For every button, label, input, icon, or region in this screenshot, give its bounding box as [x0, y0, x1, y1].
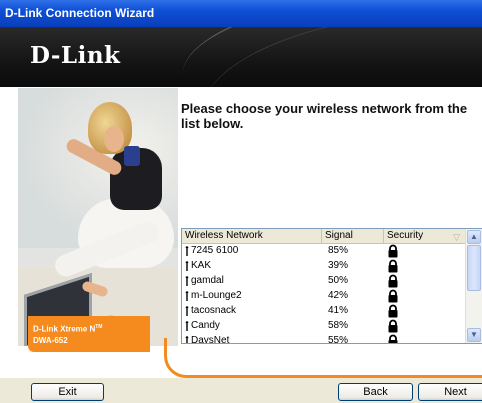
- network-rows: 7245 6100 85% KAK 39% gamdal 50% m-Lounge2 42% t…: [182, 244, 467, 344]
- next-button[interactable]: Next: [418, 383, 482, 401]
- network-row[interactable]: 7245 6100 85%: [182, 244, 467, 259]
- hero-photo: [18, 88, 178, 346]
- network-signal: 58%: [328, 320, 349, 331]
- back-button[interactable]: Back: [338, 383, 413, 401]
- antenna-icon: [184, 246, 190, 256]
- list-header: Wireless Network Signal Security ▽: [182, 229, 467, 244]
- lock-icon: [386, 274, 400, 288]
- network-signal: 42%: [328, 290, 349, 301]
- antenna-icon: [184, 336, 190, 343]
- scroll-down-icon[interactable]: ▼: [467, 328, 481, 342]
- column-header-security[interactable]: Security ▽: [384, 229, 467, 243]
- lock-icon: [386, 244, 400, 258]
- scroll-up-icon[interactable]: ▲: [467, 230, 481, 244]
- network-name: 7245 6100: [191, 245, 239, 256]
- product-name: D-Link Xtreme N: [33, 324, 96, 334]
- lock-icon: [386, 334, 400, 343]
- dlink-logo: D-Link: [30, 42, 121, 69]
- lock-icon: [386, 304, 400, 318]
- network-name: KAK: [191, 260, 212, 271]
- wizard-window: D-Link Connection Wizard D-Link D-Link X…: [0, 0, 482, 403]
- antenna-icon: [184, 321, 190, 331]
- window-title: D-Link Connection Wizard: [5, 6, 155, 20]
- title-bar: D-Link Connection Wizard: [0, 0, 482, 27]
- network-name: Candy: [191, 320, 220, 331]
- network-row[interactable]: KAK 39%: [182, 259, 467, 274]
- network-name: tacosnack: [191, 305, 237, 316]
- antenna-icon: [184, 306, 190, 316]
- antenna-icon: [184, 276, 190, 286]
- network-row[interactable]: tacosnack 41%: [182, 304, 467, 319]
- network-signal: 39%: [328, 260, 349, 271]
- network-row[interactable]: gamdal 50%: [182, 274, 467, 289]
- network-row[interactable]: DaysNet 55%: [182, 334, 467, 344]
- sort-arrow-icon: ▽: [453, 232, 460, 242]
- network-row[interactable]: Candy 58%: [182, 319, 467, 334]
- column-header-signal[interactable]: Signal: [322, 229, 384, 243]
- column-header-network[interactable]: Wireless Network: [182, 229, 322, 243]
- antenna-icon: [184, 261, 190, 271]
- exit-button[interactable]: Exit: [31, 383, 104, 401]
- trademark: TM: [95, 324, 103, 330]
- network-name: gamdal: [191, 275, 224, 286]
- network-signal: 85%: [328, 245, 349, 256]
- orange-frame: [164, 338, 482, 378]
- network-signal: 41%: [328, 305, 349, 316]
- antenna-icon: [184, 291, 190, 301]
- network-list[interactable]: Wireless Network Signal Security ▽ 7245 …: [181, 228, 482, 344]
- network-signal: 50%: [328, 275, 349, 286]
- scroll-thumb[interactable]: [467, 245, 481, 291]
- product-badge: D-Link Xtreme NTM DWA-652: [28, 316, 150, 352]
- network-name: DaysNet: [191, 335, 230, 344]
- network-signal: 55%: [328, 335, 349, 344]
- product-model: DWA-652: [33, 335, 68, 345]
- network-row[interactable]: m-Lounge2 42%: [182, 289, 467, 304]
- list-scrollbar[interactable]: ▲ ▼: [465, 229, 482, 343]
- lock-icon: [386, 319, 400, 333]
- network-name: m-Lounge2: [191, 290, 242, 301]
- header-banner: D-Link: [0, 27, 482, 87]
- lock-icon: [386, 259, 400, 273]
- lock-icon: [386, 289, 400, 303]
- instruction-text: Please choose your wireless network from…: [181, 101, 468, 131]
